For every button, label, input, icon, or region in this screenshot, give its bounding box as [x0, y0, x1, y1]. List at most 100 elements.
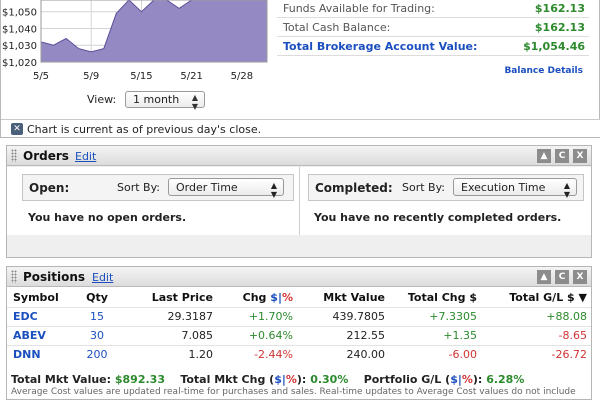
select-arrows-icon: ▲ ▼: [563, 181, 570, 199]
position-mkt-value: 240.00: [297, 344, 389, 364]
positions-title: Positions: [23, 270, 86, 284]
completed-orders-section: Completed: Sort By: Execution Time ▲ ▼ Yo…: [308, 174, 584, 231]
mkt-chg-percent-toggle[interactable]: %: [286, 373, 297, 386]
positions-edit-link[interactable]: Edit: [92, 271, 113, 284]
total-mkt-chg-value: 0.30%: [310, 373, 349, 386]
position-total-gl: +88.08: [481, 306, 591, 326]
positions-table: Symbol Qty Last Price Chg $|% Mkt Value …: [7, 289, 591, 364]
open-orders-empty: You have no open orders.: [28, 211, 187, 224]
gl-dollar-toggle[interactable]: $: [450, 373, 458, 386]
chg-dollar-toggle[interactable]: $: [270, 291, 278, 304]
completed-orders-title: Completed:: [315, 181, 393, 195]
position-total-chg: +7.3305: [389, 306, 481, 326]
close-icon[interactable]: X: [573, 270, 587, 284]
info-icon: ✕: [11, 123, 23, 135]
position-total-gl: -26.72: [481, 344, 591, 364]
mkt-chg-dollar-toggle[interactable]: $: [274, 373, 282, 386]
account-summary-panel: $1,050 $1,040 $1,030 $1,020 5/5 5/9 5/15 5/21 5/…: [0, 0, 600, 138]
col-last-price[interactable]: Last Price: [117, 289, 217, 307]
col-qty[interactable]: Qty: [77, 289, 117, 307]
orders-divider: [299, 167, 300, 235]
positions-header-row: Symbol Qty Last Price Chg $|% Mkt Value …: [7, 289, 591, 307]
x-tick-label: 5/9: [83, 71, 99, 82]
collapse-icon[interactable]: ▲: [537, 270, 551, 284]
total-mkt-value-label: Total Mkt Value:: [11, 373, 112, 386]
position-last-price: 7.085: [117, 325, 217, 345]
open-orders-section: Open: Sort By: Order Time ▲ ▼ You have no…: [22, 174, 294, 231]
position-chg: -2.44%: [217, 344, 297, 364]
position-total-chg: +1.35: [389, 325, 481, 345]
balance-details-link[interactable]: Balance Details: [504, 66, 583, 76]
open-orders-title: Open:: [29, 181, 70, 195]
position-qty: 15: [77, 306, 117, 326]
position-mkt-value: 212.55: [297, 325, 389, 345]
y-tick-label: $1,040: [2, 24, 37, 35]
completed-sort-value: Execution Time: [461, 181, 546, 194]
col-total-chg[interactable]: Total Chg $: [389, 289, 481, 307]
orders-edit-link[interactable]: Edit: [75, 150, 96, 163]
y-tick-label: $1,050: [2, 8, 37, 19]
orders-panel: Orders Edit ▲ C X Open: Sort By: Order T…: [6, 145, 592, 258]
sort-desc-icon[interactable]: ▼: [579, 291, 587, 304]
refresh-icon[interactable]: C: [555, 149, 569, 163]
col-chg-label: Chg: [242, 291, 267, 305]
positions-panel-header[interactable]: Positions Edit ▲ C X: [7, 267, 591, 287]
chart-range-value: 1 month: [133, 93, 180, 106]
x-tick-label: 5/28: [231, 71, 253, 82]
balance-value: $162.13: [534, 2, 585, 15]
grip-icon[interactable]: [11, 149, 17, 162]
completed-sort-select[interactable]: Execution Time ▲ ▼: [453, 178, 577, 199]
orders-panel-header[interactable]: Orders Edit ▲ C X: [7, 146, 591, 166]
position-last-price: 1.20: [117, 344, 217, 364]
refresh-icon[interactable]: C: [555, 270, 569, 284]
position-total-chg: -6.00: [389, 344, 481, 364]
col-chg[interactable]: Chg $|%: [217, 289, 297, 307]
portfolio-gl-label: Portfolio G/L (: [363, 373, 451, 386]
chg-percent-toggle[interactable]: %: [282, 291, 293, 304]
orders-title: Orders: [23, 149, 69, 163]
positions-panel: Positions Edit ▲ C X Symbol Qty Last Pri…: [6, 266, 592, 400]
mkt-chg-close: ):: [296, 373, 307, 386]
position-qty: 30: [77, 325, 117, 345]
gl-percent-toggle[interactable]: %: [462, 373, 473, 386]
col-total-gl[interactable]: Total G/L $ ▼: [481, 289, 591, 307]
chart-note: ✕ Chart is current as of previous day's …: [1, 119, 600, 137]
y-tick-label: $1,030: [2, 41, 37, 52]
total-mkt-value: $892.33: [114, 373, 165, 386]
position-chg: +1.70%: [217, 306, 297, 326]
col-mkt-value[interactable]: Mkt Value: [297, 289, 389, 307]
balance-label: Total Cash Balance:: [283, 21, 391, 34]
balance-label[interactable]: Total Brokerage Account Value:: [283, 40, 477, 53]
position-symbol-link[interactable]: DNN: [7, 344, 77, 364]
position-symbol-link[interactable]: EDC: [7, 306, 77, 326]
balance-row-total-value[interactable]: Total Brokerage Account Value: $1,054.46: [277, 38, 589, 56]
select-arrows-icon: ▲ ▼: [191, 93, 198, 111]
x-tick-label: 5/5: [33, 71, 49, 82]
balance-value: $1,054.46: [523, 40, 585, 53]
open-sort-value: Order Time: [176, 181, 238, 194]
balance-row-funds-available: Funds Available for Trading: $162.13: [277, 0, 589, 18]
position-qty: 200: [77, 344, 117, 364]
open-sort-label: Sort By:: [117, 181, 161, 194]
open-sort-select[interactable]: Order Time ▲ ▼: [168, 178, 284, 199]
x-tick-label: 5/15: [130, 71, 152, 82]
col-symbol[interactable]: Symbol: [7, 289, 77, 307]
position-symbol-link[interactable]: ABEV: [7, 325, 77, 345]
table-row: ABEV 30 7.085 +0.64% 212.55 +1.35 -8.65: [7, 325, 591, 345]
x-tick-label: 5/21: [180, 71, 202, 82]
account-value-chart: $1,050 $1,040 $1,030 $1,020 5/5 5/9 5/15 5/21 5/…: [2, 0, 268, 82]
total-mkt-chg-label: Total Mkt Chg (: [180, 373, 275, 386]
table-row: EDC 15 29.3187 +1.70% 439.7805 +7.3305 +…: [7, 306, 591, 326]
chart-note-text: Chart is current as of previous day's cl…: [27, 123, 262, 136]
balance-label: Funds Available for Trading:: [283, 2, 435, 15]
completed-sort-label: Sort By:: [402, 181, 446, 194]
chart-range-select[interactable]: 1 month ▲ ▼: [125, 91, 205, 111]
position-chg: +0.64%: [217, 325, 297, 345]
position-last-price: 29.3187: [117, 306, 217, 326]
position-total-gl: -8.65: [481, 325, 591, 345]
collapse-icon[interactable]: ▲: [537, 149, 551, 163]
grip-icon[interactable]: [11, 270, 17, 283]
col-total-gl-label: Total G/L $: [509, 291, 575, 305]
positions-footnote: Average Cost values are updated real-tim…: [11, 387, 576, 397]
close-icon[interactable]: X: [573, 149, 587, 163]
